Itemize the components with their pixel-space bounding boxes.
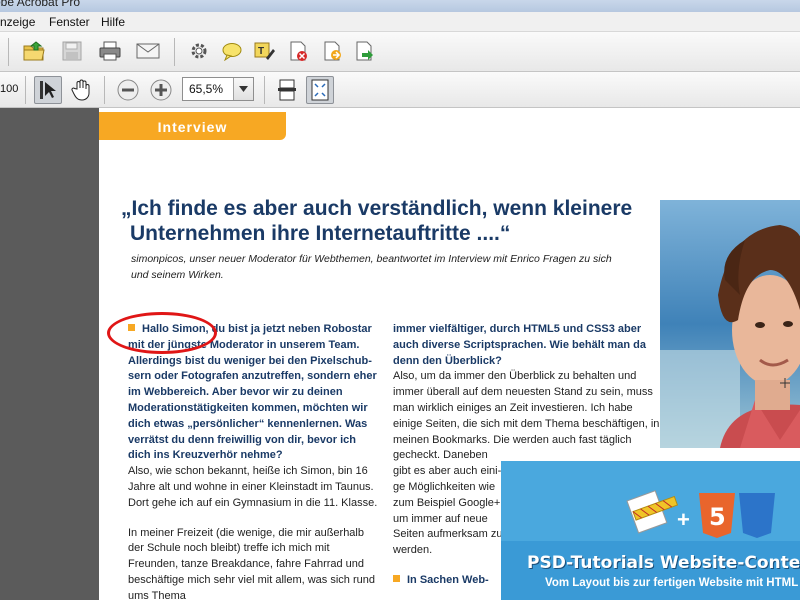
text-pencil-icon: T bbox=[254, 42, 275, 60]
select-tool-button[interactable] bbox=[34, 76, 62, 104]
text-edit-button[interactable]: T bbox=[250, 37, 278, 65]
text-column-left: Hallo Simon, du bist ja jetzt neben Robo… bbox=[128, 322, 378, 600]
answer-paragraph: Also, um da immer den Überblick zu behal… bbox=[393, 370, 660, 462]
pdf-page: Interview „Ich finde es aber auch verstä… bbox=[99, 108, 800, 600]
zoom-value: 65,5% bbox=[189, 82, 224, 96]
chevron-down-icon bbox=[239, 86, 248, 92]
printer-icon bbox=[99, 41, 121, 61]
question-continued: immer vielfältiger, durch HTML5 und CSS3… bbox=[393, 322, 663, 369]
headline-line-1: „Ich finde es aber auch verständlich, we… bbox=[121, 197, 633, 220]
scrolling-mode-button[interactable] bbox=[273, 76, 301, 104]
minus-circle-icon bbox=[117, 79, 139, 101]
toolbar-separator bbox=[174, 38, 175, 66]
page-number-field[interactable]: 100 bbox=[0, 83, 18, 95]
menu-anzeige[interactable]: nzeige bbox=[0, 15, 35, 29]
menu-bar: nzeige Fenster Hilfe bbox=[0, 12, 800, 32]
bullet-square bbox=[393, 574, 400, 582]
scroll-pages-icon bbox=[278, 79, 296, 101]
zoom-dropdown-button[interactable] bbox=[233, 78, 253, 100]
document-delete-icon bbox=[290, 41, 307, 61]
question-paragraph: Hallo Simon, du bist ja jetzt neben Robo… bbox=[128, 322, 378, 464]
document-arrow-icon bbox=[324, 41, 341, 61]
save-disk-icon bbox=[62, 41, 82, 61]
speech-bubble-icon bbox=[222, 43, 242, 61]
toolbar-separator bbox=[25, 76, 26, 104]
html5-badge-icon: 5 bbox=[709, 503, 726, 531]
contest-banner[interactable]: + 5 PSD-Tutorials Website-Contest 2 Vom … bbox=[501, 461, 800, 600]
window-title: obe Acrobat Pro bbox=[0, 0, 81, 9]
zoom-select[interactable]: 65,5% bbox=[182, 77, 254, 101]
export-button[interactable] bbox=[318, 37, 346, 65]
svg-text:5: 5 bbox=[709, 503, 726, 531]
banner-title: PSD-Tutorials Website-Contest 2 bbox=[527, 553, 800, 573]
portrait-photo bbox=[660, 200, 800, 448]
title-bar: obe Acrobat Pro bbox=[0, 0, 800, 12]
intro-text: simonpicos, unser neuer Moderator für We… bbox=[131, 253, 612, 281]
acrobat-window: obe Acrobat Pro nzeige Fenster Hilfe T 1… bbox=[0, 0, 800, 600]
comment-button[interactable] bbox=[218, 37, 246, 65]
settings-button[interactable] bbox=[185, 37, 213, 65]
svg-text:+: + bbox=[677, 507, 690, 532]
page-headline: „Ich finde es aber auch verständlich, we… bbox=[121, 196, 641, 246]
share-button[interactable] bbox=[350, 37, 378, 65]
banner-subtitle: Vom Layout bis zur fertigen Website mit … bbox=[545, 577, 800, 589]
answer-paragraph-2: In meiner Freizeit (die wenige, die mir … bbox=[128, 526, 375, 600]
zoom-in-button[interactable] bbox=[147, 76, 175, 104]
zoom-out-button[interactable] bbox=[114, 76, 142, 104]
hand-tool-button[interactable] bbox=[67, 76, 95, 104]
question-rest: du bist ja jetzt neben Robostar mit der … bbox=[128, 323, 377, 462]
toolbar-separator bbox=[104, 76, 105, 104]
menu-hilfe[interactable]: Hilfe bbox=[101, 15, 125, 29]
gear-icon bbox=[191, 43, 207, 59]
plus-circle-icon bbox=[150, 79, 172, 101]
hand-icon bbox=[71, 79, 90, 101]
bullet-square bbox=[128, 324, 135, 331]
toolbar-separator bbox=[8, 38, 9, 66]
menu-fenster[interactable]: Fenster bbox=[49, 15, 90, 29]
delete-page-button[interactable] bbox=[284, 37, 312, 65]
toolbar-separator bbox=[264, 76, 265, 104]
cursor-icon bbox=[40, 81, 56, 99]
question-start: Hallo Simon, bbox=[142, 323, 209, 335]
main-toolbar: T bbox=[0, 32, 800, 72]
svg-text:T: T bbox=[258, 46, 264, 57]
section-tab: Interview bbox=[99, 112, 286, 140]
navigation-toolbar: 100 65,5% bbox=[0, 72, 800, 108]
open-folder-icon bbox=[23, 41, 45, 61]
document-send-icon bbox=[356, 41, 373, 61]
question-text: immer vielfältiger, durch HTML5 und CSS3… bbox=[393, 323, 646, 367]
portrait-image bbox=[660, 200, 800, 448]
answer-paragraph: Also, wie schon bekannt, heiße ich Simon… bbox=[128, 465, 378, 509]
crosshair-icon bbox=[780, 378, 790, 388]
email-button[interactable] bbox=[134, 37, 162, 65]
question-text: In Sachen Web- bbox=[407, 573, 489, 586]
envelope-icon bbox=[136, 43, 160, 59]
fit-page-icon bbox=[311, 79, 329, 101]
headline-line-2: Unternehmen ihre Internetauftritte ....“ bbox=[130, 222, 511, 245]
fit-page-button[interactable] bbox=[306, 76, 334, 104]
open-button[interactable] bbox=[20, 37, 48, 65]
save-button[interactable] bbox=[58, 37, 86, 65]
print-button[interactable] bbox=[96, 37, 124, 65]
